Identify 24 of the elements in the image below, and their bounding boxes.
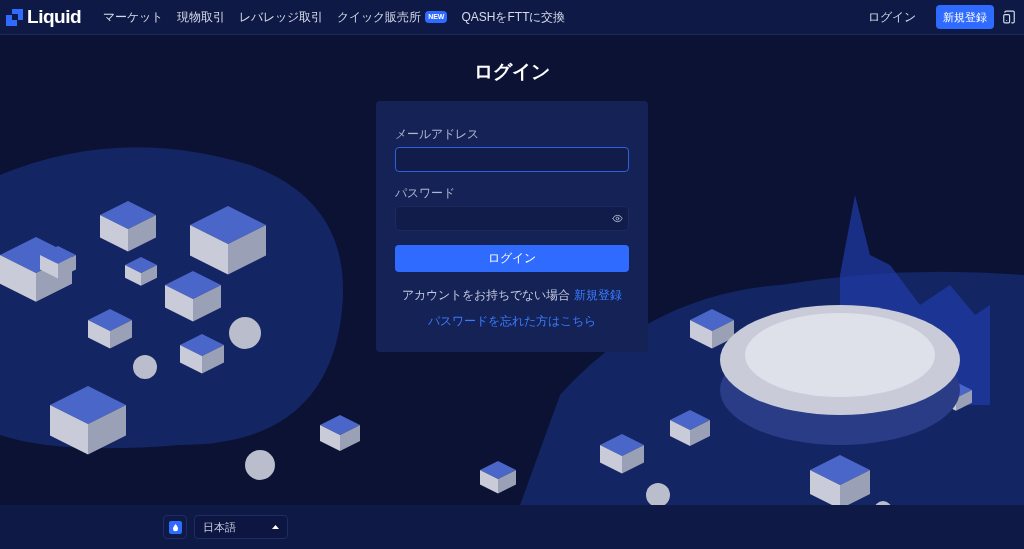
page-title: ログイン	[474, 60, 550, 84]
email-field[interactable]	[395, 146, 629, 172]
forgot-password-link[interactable]: パスワードを忘れた方はこちら	[395, 311, 629, 330]
theme-toggle[interactable]	[163, 515, 187, 539]
password-field[interactable]	[395, 205, 629, 231]
password-label: パスワード	[395, 184, 456, 202]
nav-link[interactable]: クイック販売所	[337, 8, 422, 26]
nav-link[interactable]: QASHをFTTに交換	[461, 8, 566, 26]
nav-link[interactable]: マーケット	[103, 8, 164, 26]
nav-link[interactable]: 現物取引	[177, 8, 226, 26]
language-select[interactable]: 日本語	[194, 515, 288, 539]
signup-link[interactable]: 新規登録	[573, 287, 622, 302]
nav-link[interactable]: レバレッジ取引	[239, 8, 324, 26]
email-label: メールアドレス	[395, 125, 480, 143]
language-label: 日本語	[203, 519, 236, 535]
login-button[interactable]: ログイン	[395, 244, 629, 272]
login-link[interactable]: ログイン	[868, 8, 916, 26]
show-password-icon[interactable]	[612, 212, 623, 224]
signup-button[interactable]: 新規登録	[936, 5, 994, 29]
logo-icon	[6, 8, 23, 26]
logo-text[interactable]: Liquid	[27, 2, 82, 32]
caret-icon	[272, 525, 279, 529]
no-account-text: アカウントをお持ちでない場合 新規登録	[401, 286, 623, 304]
mobile-app-icon[interactable]	[1002, 10, 1016, 24]
